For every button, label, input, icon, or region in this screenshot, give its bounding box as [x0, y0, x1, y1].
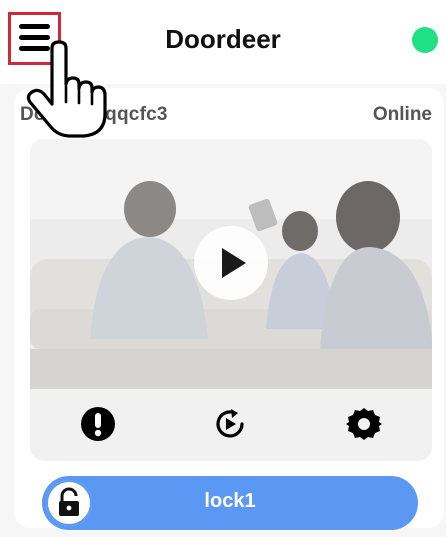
app-title: Doordeer [165, 24, 281, 54]
lock-control[interactable]: lock1 [42, 476, 418, 530]
app-screen: Doordeer Doorbell-qqcfc3 Online lock1 [0, 0, 446, 537]
replay-icon [216, 409, 244, 438]
play-button[interactable] [194, 226, 268, 300]
alert-button[interactable] [80, 406, 116, 442]
play-icon [222, 248, 246, 278]
settings-icon [346, 408, 382, 440]
replay-button[interactable] [212, 406, 248, 442]
lock-label: lock1 [204, 490, 256, 512]
connection-status-indicator [412, 27, 438, 53]
device-status: Online [372, 104, 432, 125]
app-header: Doordeer [0, 0, 446, 84]
settings-button[interactable] [346, 406, 382, 442]
device-name: Doorbell-qqcfc3 [20, 104, 168, 125]
alert-icon [81, 407, 115, 441]
